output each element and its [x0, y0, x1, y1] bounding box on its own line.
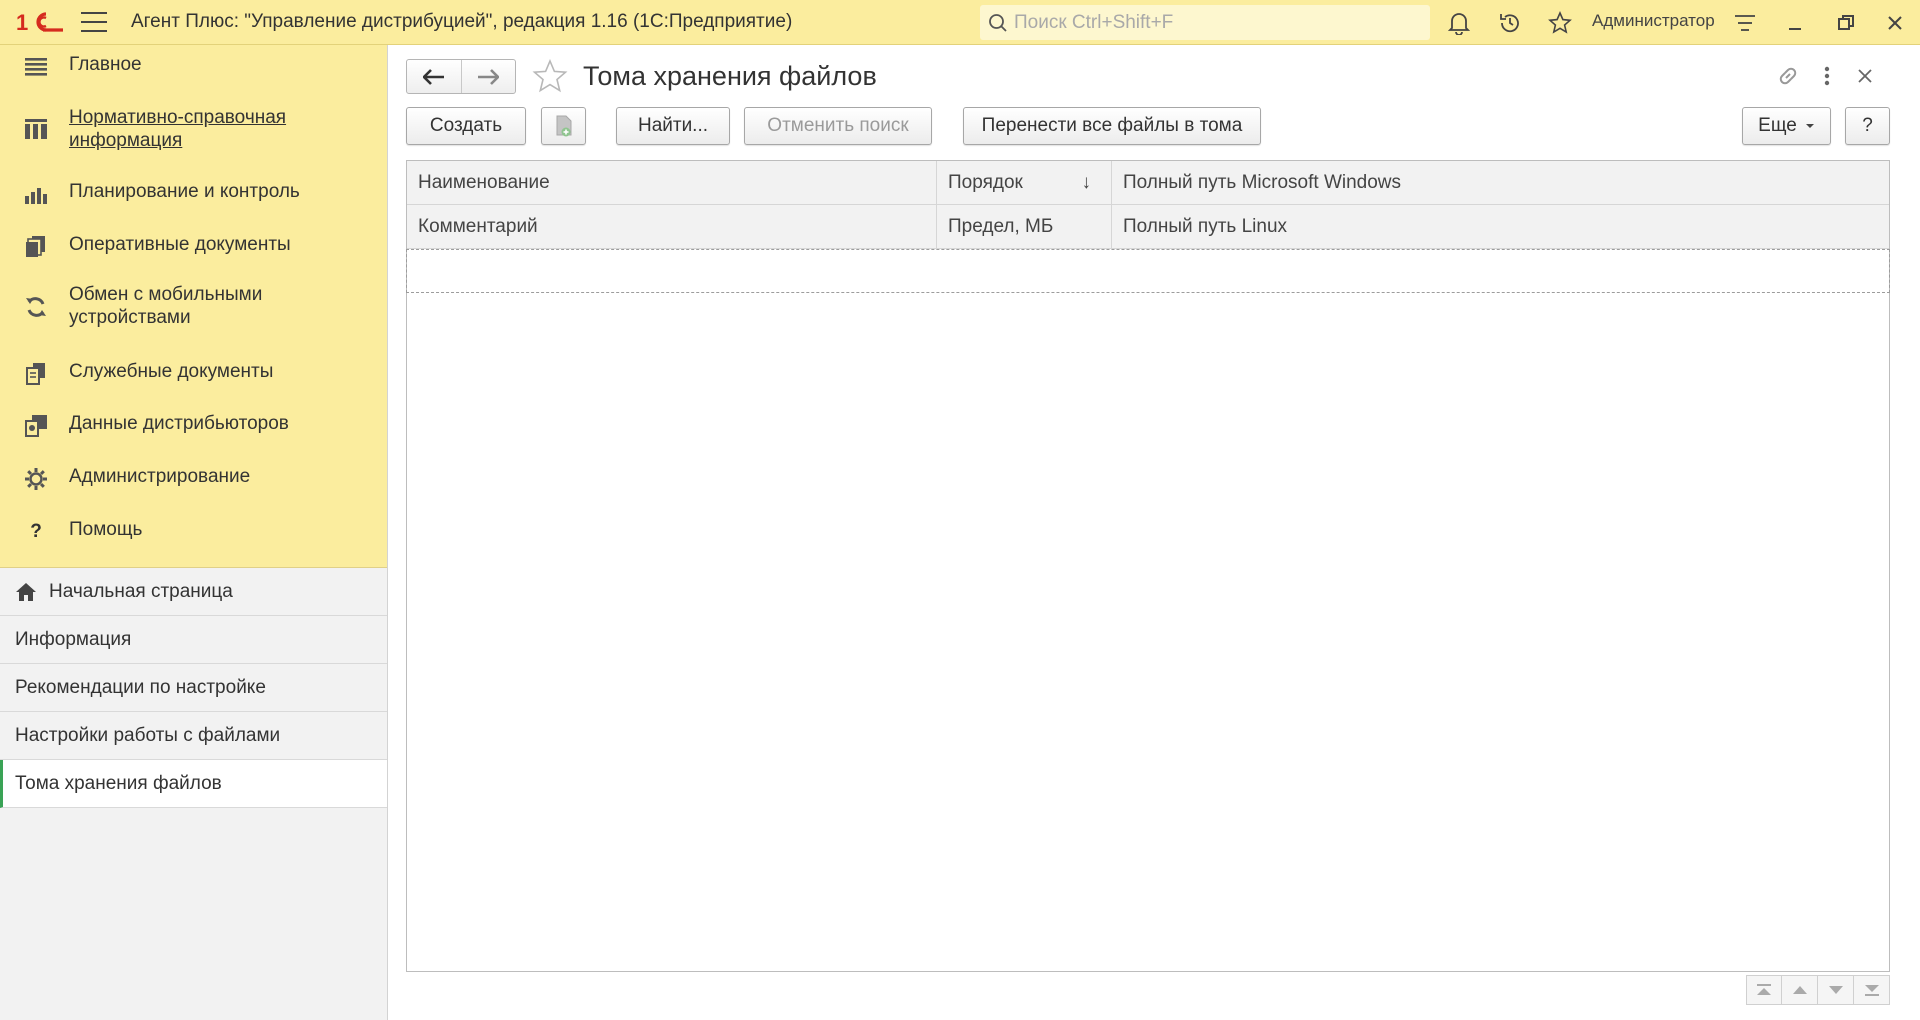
section-label: Главное [69, 54, 142, 75]
service-docs-icon [24, 362, 48, 386]
list-icon [24, 55, 48, 79]
open-item-label: Настройки работы с файлами [15, 724, 281, 746]
sync-icon [24, 295, 48, 319]
back-button[interactable] [407, 60, 461, 93]
restore-icon[interactable] [1833, 10, 1859, 36]
scroll-down-icon[interactable] [1818, 975, 1854, 1005]
distributors-icon [24, 414, 48, 438]
copy-icon [556, 115, 571, 137]
copy-button[interactable] [541, 107, 586, 145]
section-label: Нормативно-справочная информация [69, 107, 287, 151]
table-scroll-buttons [1746, 975, 1890, 1005]
open-item-file-volumes[interactable]: Тома хранения файлов [0, 760, 387, 808]
open-item-label: Информация [15, 628, 132, 650]
more-button[interactable]: Еще [1742, 107, 1831, 145]
link-icon[interactable] [1775, 63, 1801, 89]
app-title: Агент Плюс: "Управление дистрибуцией", р… [131, 11, 793, 32]
section-label: Служебные документы [69, 361, 274, 382]
section-label: Планирование и контроль [69, 181, 300, 202]
open-item-home[interactable]: Начальная страница [0, 568, 387, 616]
1c-logo[interactable]: 1 [16, 9, 64, 35]
section-distributors[interactable]: Данные дистрибьюторов [0, 404, 387, 457]
column-header-order[interactable]: Порядок ↓ [937, 161, 1112, 204]
open-item-label: Тома хранения файлов [15, 772, 222, 794]
documents-icon [24, 235, 48, 259]
nav-buttons [406, 59, 516, 94]
table-header: Наименование Порядок ↓ Полный путь Micro… [407, 161, 1889, 249]
section-label: Данные дистрибьюторов [69, 413, 289, 434]
hamburger-icon[interactable] [81, 12, 107, 32]
form-area: Тома хранения файлов Создать Найти... От… [389, 45, 1920, 1020]
create-button[interactable]: Создать [406, 107, 526, 145]
section-label: Помощь [69, 519, 143, 540]
sections-panel: Главное Нормативно-справочная информация… [0, 45, 387, 568]
section-label: Оперативные документы [69, 234, 291, 255]
scroll-up-icon[interactable] [1782, 975, 1818, 1005]
sidebar: Главное Нормативно-справочная информация… [0, 45, 388, 1020]
form-title: Тома хранения файлов [583, 61, 877, 91]
column-header-order-label: Порядок [948, 171, 1023, 193]
minimize-icon[interactable] [1782, 10, 1808, 36]
history-icon[interactable] [1497, 10, 1523, 36]
more-button-label: Еще [1758, 115, 1797, 136]
open-item-setup-recommendations[interactable]: Рекомендации по настройке [0, 664, 387, 712]
table-row-empty[interactable] [406, 249, 1890, 293]
help-icon: ? [30, 521, 42, 542]
open-item-file-settings[interactable]: Настройки работы с файлами [0, 712, 387, 760]
chevron-down-icon [1805, 124, 1814, 128]
home-icon [16, 582, 36, 601]
help-button[interactable]: ? [1845, 107, 1890, 145]
open-item-label: Начальная страница [49, 580, 233, 602]
section-mobile-exchange[interactable]: Обмен с мобильными устройствами [0, 277, 387, 352]
section-help[interactable]: ? Помощь [0, 510, 387, 560]
catalog-icon [24, 117, 48, 141]
column-header-name[interactable]: Наименование [407, 161, 937, 204]
favorite-star-icon[interactable] [532, 59, 568, 93]
arrow-left-icon [422, 68, 444, 85]
gear-icon [24, 467, 48, 491]
section-planning[interactable]: Планирование и контроль [0, 172, 387, 225]
column-header-windows-path[interactable]: Полный путь Microsoft Windows [1112, 161, 1889, 204]
move-files-button[interactable]: Перенести все файлы в тома [963, 107, 1261, 145]
search-icon [989, 13, 1007, 32]
user-name[interactable]: Администратор [1592, 11, 1715, 31]
section-label: Обмен с мобильными устройствами [69, 284, 263, 328]
section-reference[interactable]: Нормативно-справочная информация [0, 98, 387, 172]
scroll-first-icon[interactable] [1746, 975, 1782, 1005]
open-windows-list: Начальная страница Информация Рекомендац… [0, 568, 387, 808]
chart-icon [24, 182, 48, 206]
settings-lines-icon[interactable] [1732, 10, 1758, 36]
section-label: Администрирование [69, 466, 251, 487]
section-administration[interactable]: Администрирование [0, 457, 387, 510]
svg-text:1: 1 [16, 10, 28, 35]
sort-arrow-icon: ↓ [1081, 172, 1092, 193]
column-header-comment[interactable]: Комментарий [407, 205, 937, 248]
column-header-linux-path[interactable]: Полный путь Linux [1112, 205, 1889, 248]
open-item-information[interactable]: Информация [0, 616, 387, 664]
cancel-search-button[interactable]: Отменить поиск [744, 107, 932, 145]
title-bar: 1 Агент Плюс: "Управление дистрибуцией",… [0, 0, 1920, 45]
find-button[interactable]: Найти... [616, 107, 730, 145]
section-operational-docs[interactable]: Оперативные документы [0, 225, 387, 277]
close-icon[interactable] [1882, 10, 1908, 36]
search-input[interactable] [1014, 11, 1414, 34]
volumes-table[interactable]: Наименование Порядок ↓ Полный путь Micro… [406, 160, 1890, 972]
section-main[interactable]: Главное [0, 53, 387, 98]
open-item-label: Рекомендации по настройке [15, 676, 266, 698]
global-search[interactable] [980, 5, 1430, 40]
more-vertical-icon[interactable] [1814, 63, 1840, 89]
scroll-last-icon[interactable] [1854, 975, 1890, 1005]
forward-button[interactable] [460, 60, 516, 93]
column-header-limit[interactable]: Предел, МБ [937, 205, 1112, 248]
bell-icon[interactable] [1446, 10, 1472, 36]
star-icon[interactable] [1547, 10, 1573, 36]
form-close-icon[interactable] [1852, 63, 1878, 89]
section-service-docs[interactable]: Служебные документы [0, 352, 387, 404]
arrow-right-icon [478, 68, 500, 85]
